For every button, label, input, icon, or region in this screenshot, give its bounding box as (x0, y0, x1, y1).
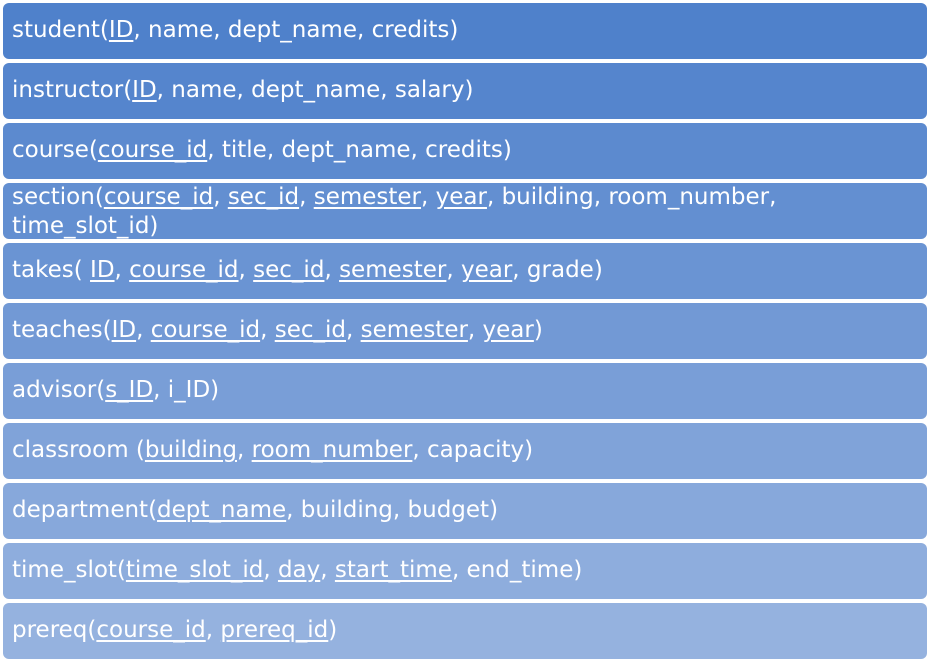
primary-key-attribute: dept_name (157, 497, 287, 523)
relation-text: , i_ID) (153, 377, 220, 403)
primary-key-attribute: course_id (103, 184, 214, 210)
relation-text: , (299, 184, 314, 210)
relation-text: section( (12, 184, 104, 210)
primary-key-attribute: course_id (129, 257, 239, 283)
relation-text: , (446, 257, 461, 283)
primary-key-attribute: course_id (150, 317, 261, 343)
primary-key-attribute: sec_id (274, 317, 346, 343)
relation-text: teaches( (12, 317, 112, 343)
primary-key-attribute: start_time (334, 557, 452, 583)
primary-key-attribute: prereq_id (220, 617, 329, 643)
primary-key-attribute: semester (339, 257, 447, 283)
relation-row: time_slot(time_slot_id, day, start_time,… (3, 543, 927, 599)
relation-text: , building, budget) (286, 497, 499, 523)
relation-text: ) (328, 617, 338, 643)
primary-key-attribute: course_id (97, 137, 208, 163)
relation-row: section(course_id, sec_id, semester, yea… (3, 183, 927, 239)
primary-key-attribute: ID (108, 17, 134, 43)
relation-text: , grade) (512, 257, 603, 283)
relation-text: , (237, 437, 252, 463)
relation-row: teaches(ID, course_id, sec_id, semester,… (3, 303, 927, 359)
primary-key-attribute: sec_id (253, 257, 325, 283)
primary-key-attribute: s_ID (105, 377, 154, 403)
relation-text: , (238, 257, 254, 283)
primary-key-attribute: semester (313, 184, 422, 210)
relation-row: classroom (building, room_number, capaci… (3, 423, 927, 479)
relation-text: , (421, 184, 436, 210)
relation-text: time_slot( (12, 557, 126, 583)
relation-text: department( (12, 497, 158, 523)
primary-key-attribute: course_id (96, 617, 206, 643)
relation-text: , (114, 257, 130, 283)
primary-key-attribute: year (435, 184, 487, 210)
relation-row: course(course_id, title, dept_name, cred… (3, 123, 927, 179)
primary-key-attribute: semester (360, 317, 468, 343)
relation-text: , (213, 184, 228, 210)
relation-text: , (136, 317, 151, 343)
relation-text: advisor( (12, 377, 106, 403)
relation-text: , name, dept_name, credits) (133, 17, 459, 43)
primary-key-attribute: year (460, 257, 513, 283)
primary-key-attribute: year (482, 317, 534, 343)
relation-text: , (263, 557, 278, 583)
relation-row: student(ID, name, dept_name, credits) (3, 3, 927, 59)
relation-text: , (324, 257, 340, 283)
primary-key-attribute: ID (111, 317, 137, 343)
relation-text: , (467, 317, 483, 343)
relation-text: classroom ( (12, 437, 145, 463)
primary-key-attribute: room_number (251, 437, 413, 463)
primary-key-attribute: time_slot_id (125, 557, 264, 583)
primary-key-attribute: ID (132, 77, 157, 103)
relation-row: department(dept_name, building, budget) (3, 483, 927, 539)
primary-key-attribute: sec_id (227, 184, 300, 210)
relation-row: instructor(ID, name, dept_name, salary) (3, 63, 927, 119)
relation-text: , title, dept_name, credits) (207, 137, 512, 163)
relation-text: , name, dept_name, salary) (156, 77, 474, 103)
relation-row: prereq(course_id, prereq_id) (3, 603, 927, 659)
primary-key-attribute: ID (90, 257, 115, 283)
relation-text: , end_time) (451, 557, 583, 583)
relation-text: course( (12, 137, 98, 163)
relation-text: takes( (12, 257, 91, 283)
relation-text: , (260, 317, 275, 343)
relation-text: ) (533, 317, 543, 343)
relation-text: , (346, 317, 361, 343)
relation-text: , capacity) (412, 437, 534, 463)
relation-text: student( (12, 17, 109, 43)
relation-text: instructor( (12, 77, 133, 103)
primary-key-attribute: day (277, 557, 321, 583)
relation-text: prereq( (12, 617, 97, 643)
relation-text: , (320, 557, 335, 583)
primary-key-attribute: building (144, 437, 238, 463)
relation-row: takes( ID, course_id, sec_id, semester , … (3, 243, 927, 299)
relation-schema-list: student(ID, name, dept_name, credits) ins… (3, 3, 927, 663)
relation-row: advisor(s_ID, i_ID) (3, 363, 927, 419)
relation-text: , (205, 617, 221, 643)
